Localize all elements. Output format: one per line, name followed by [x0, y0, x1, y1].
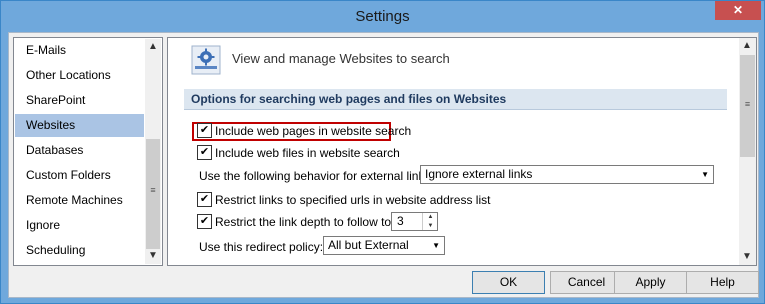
cancel-button[interactable]: Cancel	[550, 271, 623, 294]
include-pages-checkbox[interactable]: ✔	[197, 123, 212, 139]
sidebar-item-databases[interactable]: Databases	[15, 139, 144, 162]
dialog-client: E-Mails Other Locations SharePoint Websi…	[8, 32, 759, 298]
sidebar-item-ignore[interactable]: Ignore	[15, 214, 144, 237]
chevron-down-icon: ▼	[432, 241, 440, 250]
sidebar-scroll-thumb[interactable]: ≡	[146, 139, 160, 249]
redirect-policy-value: All but External	[328, 238, 409, 252]
stepper-down-icon[interactable]: ▼	[423, 222, 438, 230]
gear-icon	[191, 45, 221, 75]
close-button[interactable]: ✕	[715, 1, 761, 20]
external-links-label: Use the following behavior for external …	[199, 169, 434, 183]
include-pages-label: Include web pages in website search	[215, 124, 412, 138]
sidebar-item-remote-machines[interactable]: Remote Machines	[15, 189, 144, 212]
section-header: Options for searching web pages and file…	[184, 89, 727, 110]
window-title: Settings	[355, 8, 410, 25]
panel-scrollbar[interactable]: ▲ ≡ ▼	[739, 38, 756, 265]
scroll-up-icon[interactable]: ▲	[739, 38, 755, 54]
restrict-urls-checkbox[interactable]: ✔	[197, 192, 212, 208]
title-bar[interactable]: Settings ✕	[1, 1, 764, 32]
help-button[interactable]: Help	[686, 271, 759, 294]
settings-window: Settings ✕ E-Mails Other Locations Share…	[0, 0, 765, 304]
apply-button[interactable]: Apply	[614, 271, 687, 294]
sidebar-item-sharepoint[interactable]: SharePoint	[15, 89, 144, 112]
sidebar-item-emails[interactable]: E-Mails	[15, 39, 144, 62]
restrict-depth-label: Restrict the link depth to follow to:	[215, 215, 395, 229]
external-links-select[interactable]: Ignore external links ▼	[420, 165, 714, 184]
category-list: E-Mails Other Locations SharePoint Websi…	[13, 37, 163, 266]
sidebar-item-custom-folders[interactable]: Custom Folders	[15, 164, 144, 187]
include-files-checkbox[interactable]: ✔	[197, 145, 212, 161]
panel-heading: View and manage Websites to search	[232, 51, 450, 66]
include-files-label: Include web files in website search	[215, 146, 400, 160]
scroll-up-icon[interactable]: ▲	[145, 39, 161, 55]
depth-stepper[interactable]: 3 ▲ ▼	[391, 212, 438, 231]
stepper-up-icon[interactable]: ▲	[423, 213, 438, 221]
section-title: Options for searching web pages and file…	[191, 92, 507, 106]
include-pages-option[interactable]: ✔ Include web pages in website search	[197, 123, 411, 140]
sidebar-item-other-locations[interactable]: Other Locations	[15, 64, 144, 87]
ok-button[interactable]: OK	[472, 271, 545, 294]
include-files-option[interactable]: ✔ Include web files in website search	[197, 145, 400, 162]
sidebar-item-scheduling[interactable]: Scheduling	[15, 239, 144, 262]
sidebar-item-websites[interactable]: Websites	[15, 114, 144, 137]
restrict-depth-option[interactable]: ✔ Restrict the link depth to follow to:	[197, 214, 394, 231]
settings-panel: View and manage Websites to search Optio…	[167, 37, 757, 266]
scroll-down-icon[interactable]: ▼	[145, 248, 161, 264]
external-links-value: Ignore external links	[425, 167, 533, 181]
chevron-down-icon: ▼	[701, 170, 709, 179]
grip-icon: ≡	[744, 99, 751, 109]
scroll-down-icon[interactable]: ▼	[739, 249, 755, 265]
sidebar-scrollbar[interactable]: ▲ ≡ ▼	[145, 39, 161, 264]
grip-icon: ≡	[150, 185, 156, 195]
restrict-depth-checkbox[interactable]: ✔	[197, 214, 212, 230]
panel-scroll-thumb[interactable]: ≡	[740, 55, 755, 157]
redirect-policy-label: Use this redirect policy:	[199, 240, 324, 254]
restrict-urls-option[interactable]: ✔ Restrict links to specified urls in web…	[197, 192, 490, 209]
redirect-policy-select[interactable]: All but External ▼	[323, 236, 445, 255]
restrict-urls-label: Restrict links to specified urls in webs…	[215, 193, 491, 207]
close-icon: ✕	[732, 3, 744, 17]
depth-value[interactable]: 3	[397, 213, 404, 230]
stepper-buttons: ▲ ▼	[422, 213, 438, 230]
